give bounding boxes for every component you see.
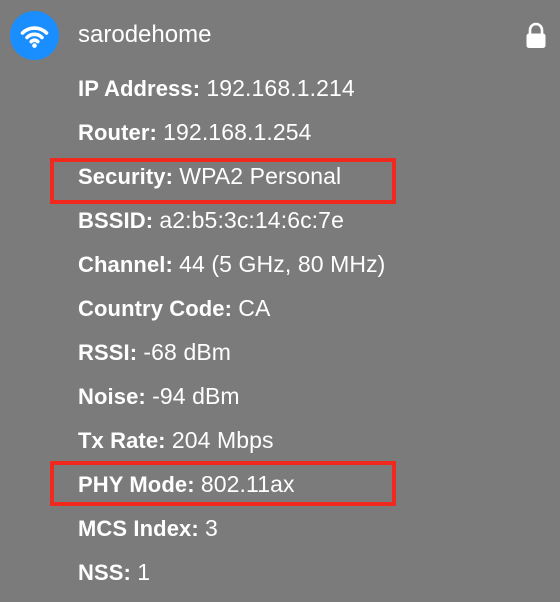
detail-ip-address: IP Address: 192.168.1.214 <box>78 72 548 116</box>
detail-label: Router: <box>78 120 157 145</box>
detail-value: 3 <box>205 515 218 541</box>
detail-value: 204 Mbps <box>171 427 274 453</box>
detail-label: Country Code: <box>78 296 233 321</box>
detail-mcs-index: MCS Index: 3 <box>78 512 548 556</box>
detail-bssid: BSSID: a2:b5:3c:14:6c:7e <box>78 204 548 248</box>
network-row[interactable]: sarodehome <box>0 0 560 70</box>
network-name: sarodehome <box>78 21 212 48</box>
detail-noise: Noise: -94 dBm <box>78 380 548 424</box>
detail-label: NSS: <box>78 560 131 585</box>
detail-rssi: RSSI: -68 dBm <box>78 336 548 380</box>
detail-value: 192.168.1.214 <box>206 75 355 101</box>
detail-country-code: Country Code: CA <box>78 292 548 336</box>
detail-label: IP Address: <box>78 76 201 101</box>
detail-value: CA <box>238 295 271 321</box>
detail-label: Tx Rate: <box>78 428 166 453</box>
wifi-icon <box>10 11 59 60</box>
detail-value: -94 dBm <box>152 383 240 409</box>
lock-icon <box>524 21 548 50</box>
detail-label: Channel: <box>78 252 173 277</box>
detail-label: RSSI: <box>78 340 138 365</box>
detail-label: BSSID: <box>78 208 154 233</box>
network-details-list: IP Address: 192.168.1.214 Router: 192.16… <box>78 72 548 600</box>
security-highlight-box <box>50 158 396 204</box>
detail-value: a2:b5:3c:14:6c:7e <box>159 207 344 233</box>
detail-label: MCS Index: <box>78 516 199 541</box>
phy-mode-highlight-box <box>50 461 396 506</box>
detail-nss: NSS: 1 <box>78 556 548 600</box>
detail-value: 1 <box>137 559 151 585</box>
detail-label: Noise: <box>78 384 146 409</box>
detail-value: 192.168.1.254 <box>163 119 312 145</box>
detail-channel: Channel: 44 (5 GHz, 80 MHz) <box>78 248 548 292</box>
detail-value: -68 dBm <box>143 339 232 365</box>
detail-router: Router: 192.168.1.254 <box>78 116 548 160</box>
detail-value: 44 (5 GHz, 80 MHz) <box>179 251 386 277</box>
